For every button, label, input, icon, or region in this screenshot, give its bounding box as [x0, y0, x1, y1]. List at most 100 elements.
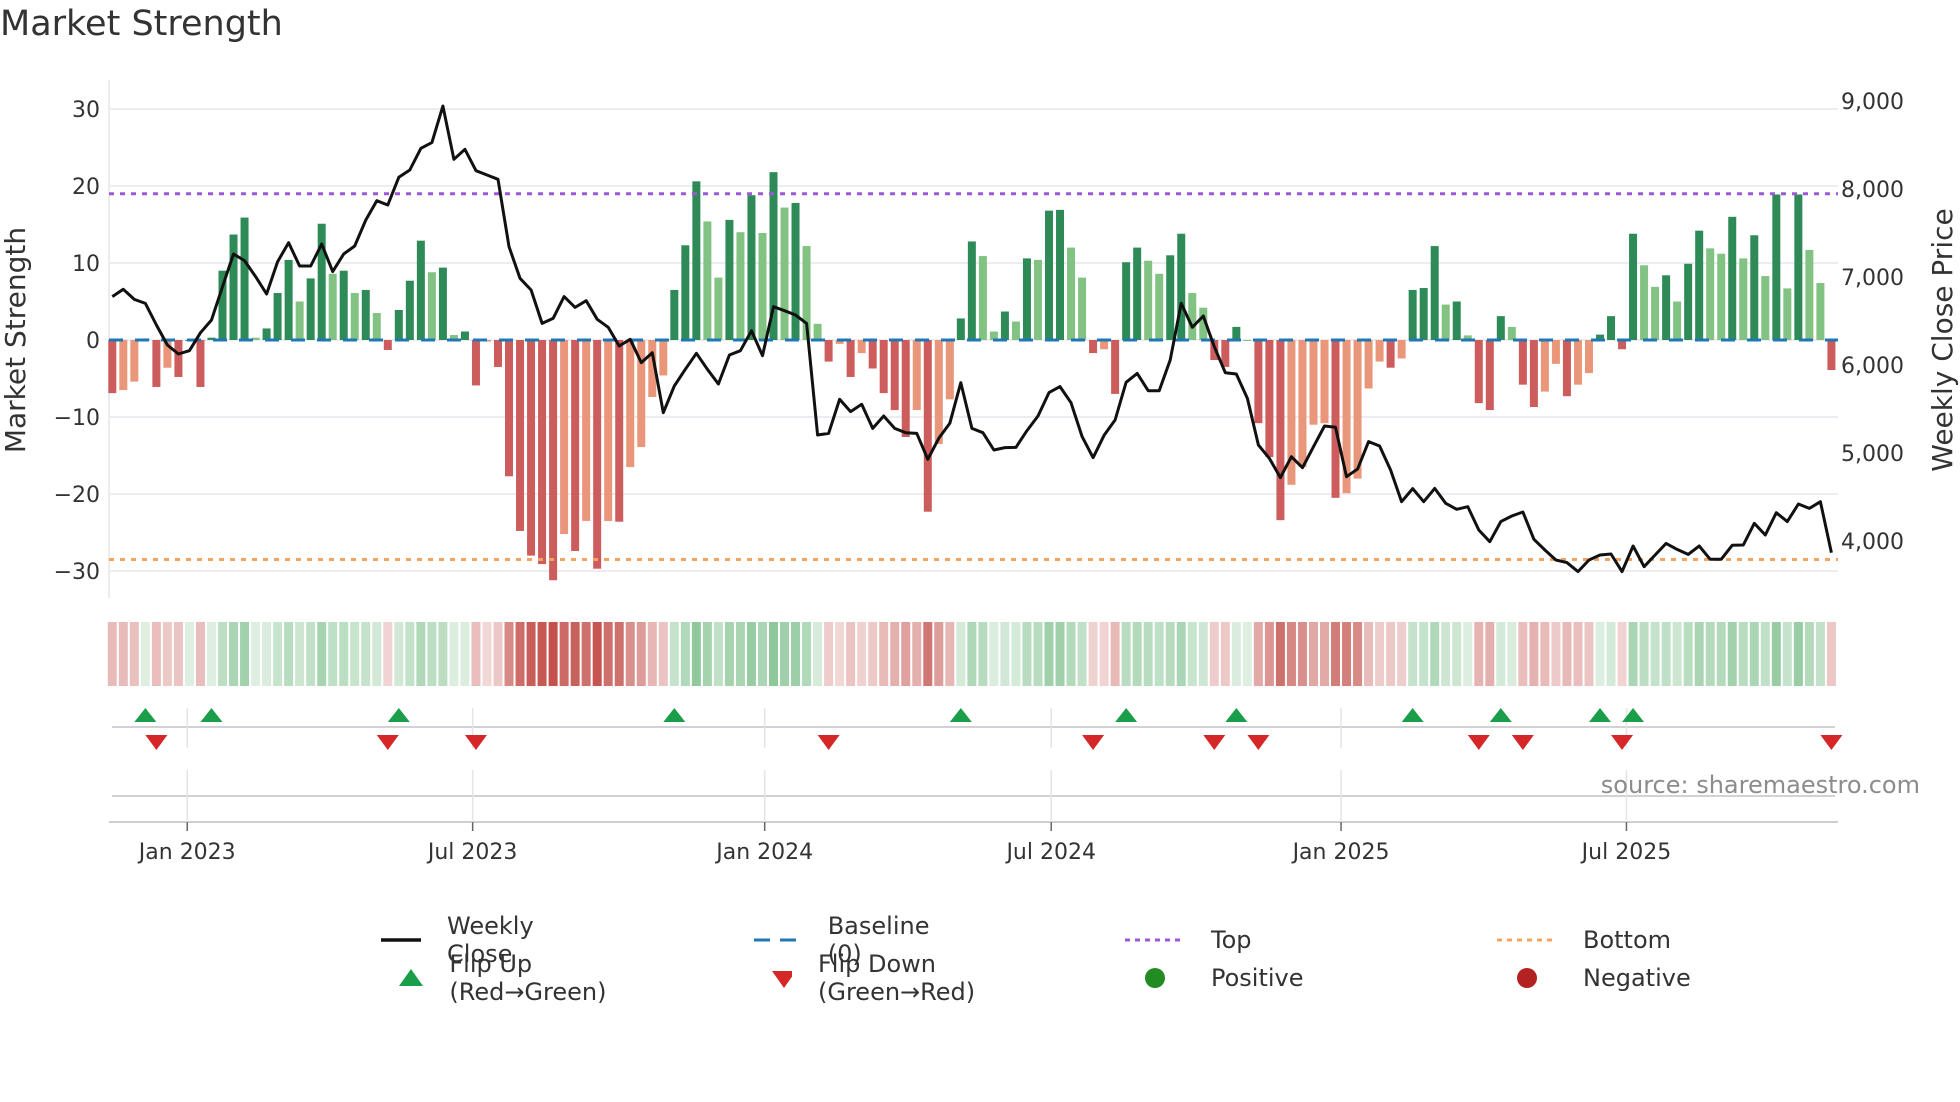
heatmap-cell — [1771, 622, 1781, 686]
heatmap-cell — [1661, 622, 1671, 686]
heatmap-cell — [1419, 622, 1429, 686]
strength-bar — [1529, 340, 1538, 407]
strength-bar — [1607, 316, 1616, 340]
strength-bar — [1772, 194, 1781, 340]
strength-bar — [659, 340, 668, 376]
right-axis-ticks: 9,000 8,000 7,000 6,000 5,000 4,000 — [1841, 90, 1904, 555]
heatmap-cell — [769, 622, 778, 686]
strength-bar — [626, 340, 635, 468]
strength-bar — [416, 240, 425, 340]
heatmap-cell — [846, 622, 856, 686]
heatmap-cell — [1022, 622, 1032, 686]
strength-bar — [670, 289, 679, 340]
strength-bar — [956, 318, 965, 340]
heatmap-cell — [229, 622, 239, 686]
heatmap-cell — [1253, 622, 1263, 686]
strength-bar — [516, 340, 525, 531]
heatmap-cell — [1584, 622, 1594, 686]
strength-bar — [1662, 275, 1671, 340]
heatmap-cell — [262, 622, 272, 686]
heatmap-cell — [1716, 622, 1726, 686]
strength-bar — [108, 340, 117, 394]
left-axis-ticks: 30 20 10 0 −10 −20 −30 — [54, 98, 100, 585]
heatmap-cell — [1826, 622, 1836, 686]
strength-bar — [1728, 216, 1737, 340]
strength-bar — [868, 340, 877, 369]
heatmap-cell — [1683, 622, 1693, 686]
legend-positive: Positive — [1125, 963, 1304, 993]
strength-bar — [945, 340, 954, 400]
strength-bar — [317, 223, 326, 340]
heatmap-cell — [1672, 622, 1682, 686]
strength-bar — [306, 278, 315, 340]
strength-bar — [152, 340, 161, 387]
strength-bar — [361, 289, 370, 340]
heatmap-cell — [636, 622, 646, 686]
heatmap-cell — [284, 622, 294, 686]
heatmap-cell — [416, 622, 426, 686]
strength-bar — [1794, 194, 1803, 340]
right-tick-label: 5,000 — [1841, 442, 1904, 467]
heatmap-cell — [669, 622, 679, 686]
heatmap-cell — [1617, 622, 1627, 686]
heatmap-cell — [1397, 622, 1407, 686]
strength-bar — [1000, 311, 1009, 340]
strength-bar — [405, 280, 414, 340]
heatmap-cell — [1793, 622, 1803, 686]
x-tick-label: Jan 2023 — [137, 840, 236, 865]
strength-bar — [1067, 247, 1076, 340]
dash-swatch-icon — [754, 938, 802, 942]
heatmap-cell — [1066, 622, 1076, 686]
legend-negative: Negative — [1497, 963, 1691, 993]
heatmap-cell — [1099, 622, 1109, 686]
strength-bar — [262, 328, 271, 340]
legend-flip-up: Flip Up (Red→Green) — [381, 950, 624, 1006]
strength-bar — [1507, 326, 1516, 340]
heatmap-cell — [1055, 622, 1065, 686]
heatmap-cell — [956, 622, 966, 686]
strength-bar — [295, 301, 304, 340]
strength-bar — [1078, 277, 1087, 340]
heatmap-cell — [559, 622, 569, 686]
strength-bar — [505, 340, 514, 477]
heatmap-cell — [1573, 622, 1583, 686]
heatmap-cell — [1705, 622, 1715, 686]
heatmap-cell — [901, 622, 911, 686]
strength-bar — [703, 221, 712, 340]
flip-up-marker — [1589, 708, 1611, 722]
strength-bar — [240, 217, 249, 340]
strength-bar — [538, 340, 547, 565]
heatmap-cell — [1077, 622, 1087, 686]
strength-bar — [229, 234, 238, 340]
flip-down-marker — [1467, 735, 1490, 750]
heatmap-cell — [548, 622, 558, 686]
legend-label: Positive — [1211, 964, 1304, 992]
strength-bar — [571, 340, 580, 551]
strength-bar — [1265, 340, 1274, 458]
heatmap-cell — [1220, 622, 1230, 686]
flip-up-marker — [663, 708, 686, 722]
strength-bar — [1717, 253, 1726, 340]
flip-down-marker — [464, 735, 487, 750]
strength-bar — [978, 256, 987, 340]
heatmap-cell — [1331, 622, 1341, 686]
strength-bar — [824, 340, 833, 362]
heatmap-cell — [328, 622, 338, 686]
strength-bar — [1695, 230, 1704, 340]
strength-bar — [196, 340, 205, 387]
heatmap-cell — [691, 622, 701, 686]
heatmap-cell — [1154, 622, 1164, 686]
heatmap-cell — [1474, 622, 1484, 686]
line-swatch-icon — [381, 938, 422, 942]
flip-down-marker — [1820, 735, 1843, 750]
strength-bar — [1562, 340, 1571, 397]
strength-bar — [1827, 340, 1836, 371]
left-tick-label: −20 — [54, 483, 100, 508]
heatmap-cell — [1463, 622, 1473, 686]
heatmap-cell — [1496, 622, 1506, 686]
strength-bar — [1816, 283, 1825, 340]
heatmap-cell — [603, 622, 613, 686]
heatmap-cell — [934, 622, 944, 686]
heatmap-cell — [1187, 622, 1197, 686]
x-tick-label: Jan 2025 — [1291, 840, 1390, 865]
